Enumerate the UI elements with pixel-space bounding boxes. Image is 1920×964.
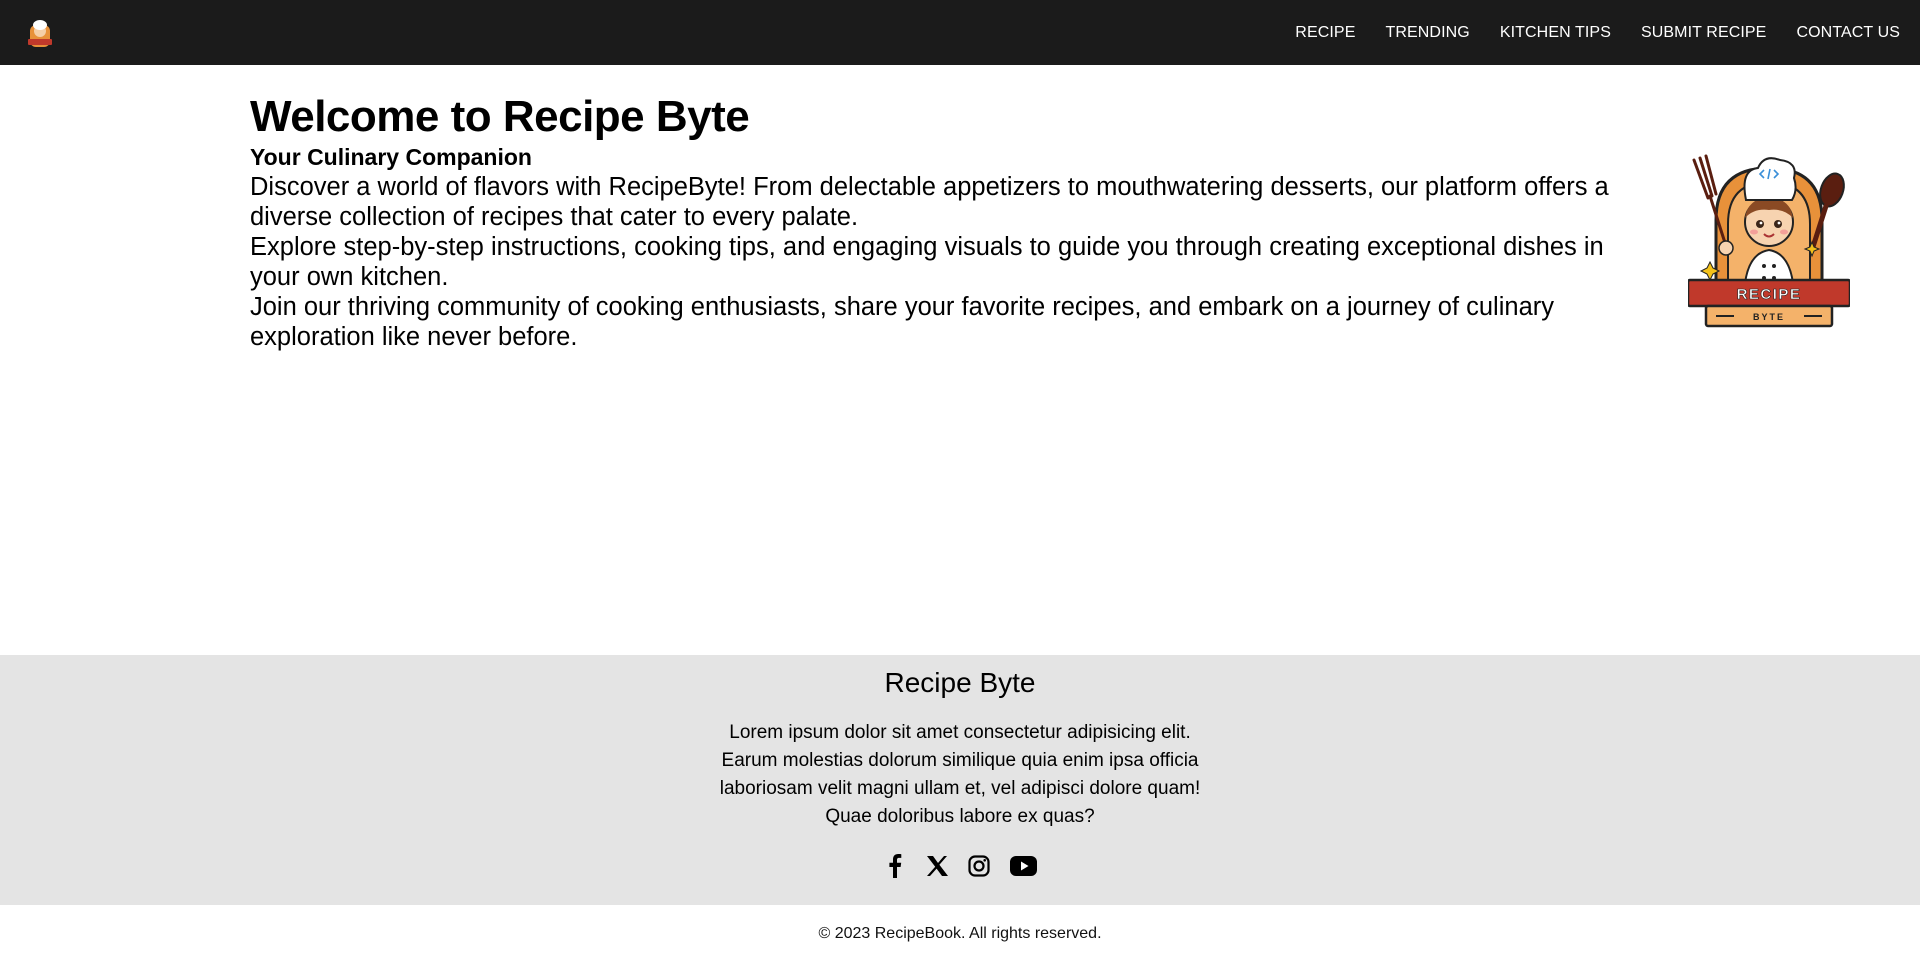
- instagram-icon[interactable]: [967, 853, 991, 879]
- intro-paragraph-1: Discover a world of flavors with RecipeB…: [250, 173, 1609, 232]
- intro-section: Welcome to Recipe Byte Your Culinary Com…: [250, 92, 1640, 352]
- nav-trending[interactable]: TRENDING: [1385, 24, 1469, 42]
- page-title: Welcome to Recipe Byte: [250, 92, 750, 141]
- chef-logo-icon: [28, 19, 52, 47]
- main-nav: RECIPE TRENDING KITCHEN TIPS SUBMIT RECI…: [1265, 24, 1900, 42]
- mascot-banner-text: RECIPE: [1737, 286, 1802, 303]
- main-content: Welcome to Recipe Byte Your Culinary Com…: [0, 65, 1920, 655]
- footer-title: Recipe Byte: [884, 667, 1036, 698]
- social-links: [0, 853, 1920, 879]
- nav-submit-recipe[interactable]: SUBMIT RECIPE: [1641, 24, 1766, 42]
- facebook-icon[interactable]: [883, 853, 907, 879]
- intro-paragraph-2: Explore step-by-step instructions, cooki…: [250, 233, 1604, 292]
- footer: Recipe Byte Lorem ipsum dolor sit amet c…: [0, 655, 1920, 905]
- copyright: © 2023 RecipeBook. All rights reserved.: [818, 925, 1102, 942]
- navbar: RECIPE TRENDING KITCHEN TIPS SUBMIT RECI…: [0, 0, 1920, 65]
- youtube-icon[interactable]: [1009, 853, 1037, 879]
- chef-mascot-image: RECIPE BYTE: [1688, 154, 1850, 328]
- intro-paragraph-3: Join our thriving community of cooking e…: [250, 293, 1554, 352]
- logo-link[interactable]: [28, 17, 52, 49]
- nav-recipe[interactable]: RECIPE: [1295, 24, 1355, 42]
- footer-description: Lorem ipsum dolor sit amet consectetur a…: [719, 722, 1201, 827]
- nav-contact-us[interactable]: CONTACT US: [1796, 24, 1900, 42]
- mascot-sub-text: BYTE: [1753, 312, 1785, 322]
- page-subtitle: Your Culinary Companion: [250, 144, 532, 171]
- x-icon[interactable]: [925, 853, 949, 879]
- nav-kitchen-tips[interactable]: KITCHEN TIPS: [1500, 24, 1611, 42]
